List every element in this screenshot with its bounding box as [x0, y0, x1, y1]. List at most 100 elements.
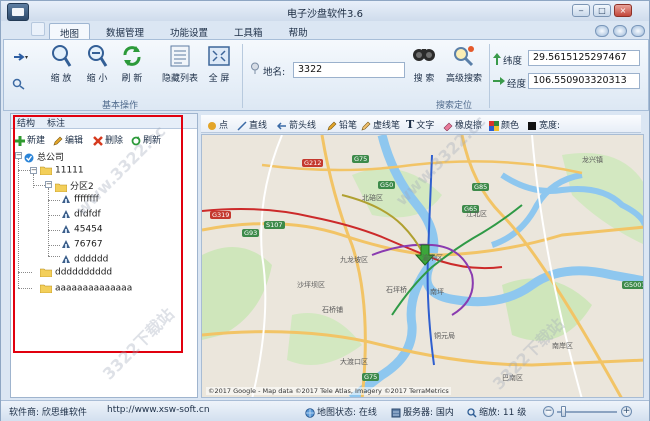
tree-leaf-label: dfdfdf [74, 209, 101, 220]
server-label: 服务器: 国内 [403, 408, 454, 418]
tree-node-folder[interactable]: dddddddddd [40, 267, 112, 278]
color-button[interactable]: 颜色 [489, 118, 519, 131]
ribbon-panel: 缩 放 缩 小 刷 新 隐藏列表 全 屏 基本操作 地名: 3322 搜 索 高… [3, 39, 649, 111]
tab-settings[interactable]: 功能设置 [160, 23, 218, 39]
server-text: 服务器: 国内 [391, 405, 454, 418]
tree-expander[interactable]: − [15, 152, 22, 159]
tree-expander[interactable]: − [30, 167, 37, 174]
draw-line-button[interactable]: 直线 [237, 118, 267, 131]
route-shield-label: G5001 [622, 281, 643, 289]
tree-leaf[interactable]: 45454 [61, 224, 103, 235]
refresh-button[interactable]: 刷 新 [117, 43, 147, 84]
zoom-out-button[interactable]: 缩 小 [82, 43, 112, 84]
panel-refresh-button[interactable]: 刷新 [131, 133, 161, 146]
zoom-button[interactable]: 缩 放 [46, 43, 76, 84]
draw-point-label: 点 [219, 121, 229, 131]
tab-data-management[interactable]: 数据管理 [96, 23, 154, 39]
longitude-arrow-icon [493, 76, 505, 89]
tree-node-root[interactable]: 总公司 [24, 150, 64, 163]
refresh-icon [131, 135, 141, 145]
zoom-out-small-button[interactable]: − [543, 406, 554, 417]
text-tool-icon: T [406, 118, 415, 131]
zoom-in-small-icon[interactable] [12, 78, 26, 93]
tree-leaf[interactable]: dddddd [61, 254, 108, 265]
ribbon-tab-bar: 地图 数据管理 功能设置 工具箱 帮助 [49, 23, 324, 40]
edit-button-label: 编辑 [65, 136, 84, 146]
delete-x-icon [93, 135, 103, 146]
draw-point-button[interactable]: 点 [207, 118, 228, 131]
tree-leaf[interactable]: 76767 [61, 239, 103, 250]
width-control[interactable]: 宽度: [527, 118, 560, 131]
route-shield-label: G212 [302, 159, 324, 167]
ribbon-close-icon[interactable] [631, 25, 645, 37]
district-label: 南坪 [430, 288, 444, 296]
draw-arrow-button[interactable]: 箭头线 [277, 118, 316, 131]
draw-text-label: 文字 [416, 121, 435, 131]
draw-dashed-button[interactable]: 虚线笔 [361, 118, 400, 131]
tree-line [18, 272, 32, 273]
map-state-label: 地图状态: 在线 [317, 408, 377, 418]
tree-node-root-label: 总公司 [37, 153, 65, 163]
route-shield-label: G75 [362, 373, 380, 381]
tab-annotation[interactable]: 标注 [47, 116, 65, 129]
maximize-button[interactable]: □ [593, 4, 611, 17]
tree-node-folder-label: aaaaaaaaaaaaaa [55, 283, 133, 294]
map-view[interactable]: G212 G75 G85 G65 G319 S107 G93 G50 G5001 G75 九龙坡区北… [201, 134, 644, 398]
tree-expander[interactable]: − [45, 181, 52, 188]
longitude-field[interactable]: 106.550903320313 [528, 73, 640, 89]
delete-button-label: 删除 [105, 136, 124, 146]
building-icon [62, 255, 70, 263]
quick-access-icon[interactable] [31, 22, 45, 36]
tree-node-subgroup[interactable]: 分区2 [55, 179, 94, 192]
longitude-label: 经度 [507, 79, 527, 90]
hide-list-button[interactable]: 隐藏列表 [160, 43, 200, 84]
palette-icon [489, 120, 499, 131]
district-label: 石坪桥 [386, 286, 407, 294]
pan-arrow-icon[interactable] [12, 52, 30, 65]
tree-leaf[interactable]: ffffffff [61, 194, 99, 205]
draw-pencil-button[interactable]: 铅笔 [327, 118, 357, 131]
tree-node-group-label: 11111 [55, 165, 84, 176]
zoom-in-small-button[interactable]: + [621, 406, 632, 417]
tree-node-group[interactable]: 11111 [40, 165, 84, 176]
fullscreen-button[interactable]: 全 屏 [204, 43, 234, 84]
tree-leaf[interactable]: dfdfdf [61, 209, 101, 220]
new-button[interactable]: 新建 [15, 133, 45, 146]
tab-structure[interactable]: 结构 [17, 116, 35, 129]
group-divider [489, 44, 490, 108]
district-label: 南岸区 [552, 342, 573, 350]
latitude-field[interactable]: 29.5615125297467 [528, 50, 640, 66]
draw-text-button[interactable]: T 文字 [406, 118, 434, 131]
location-pin-icon [250, 62, 260, 77]
line-icon [237, 120, 247, 131]
tree-line [48, 200, 60, 201]
edit-button[interactable]: 编辑 [53, 133, 83, 146]
tree-line [48, 256, 60, 257]
tree-leaf-label: dddddd [74, 254, 109, 265]
tab-map[interactable]: 地图 [49, 23, 91, 40]
eraser-button[interactable]: 橡皮擦 [443, 118, 482, 131]
map-canvas[interactable] [202, 135, 644, 398]
fullscreen-button-label: 全 屏 [208, 74, 230, 84]
building-icon [62, 195, 70, 203]
structure-panel: 结构 标注 新建 编辑 删除 刷新 − 总公司 − 11111 − 分区2 ff… [10, 113, 198, 398]
basic-ops-caption: 基本操作 [102, 101, 139, 111]
delete-button[interactable]: 删除 [93, 133, 123, 146]
tab-toolbox[interactable]: 工具箱 [224, 23, 273, 39]
advanced-search-button[interactable]: 高级搜索 [444, 43, 484, 84]
ribbon-restore-icon[interactable] [613, 25, 627, 37]
close-button[interactable]: × [614, 4, 632, 17]
minimize-button[interactable]: ‒ [572, 4, 590, 17]
vendor-url-link[interactable]: http://www.xsw-soft.cn [107, 405, 210, 415]
tab-help[interactable]: 帮助 [279, 23, 318, 39]
tree-node-folder[interactable]: aaaaaaaaaaaaaa [40, 283, 132, 294]
tree-line [48, 245, 60, 246]
zoom-slider-track[interactable] [557, 411, 617, 413]
search-button[interactable]: 搜 索 [408, 43, 440, 84]
zoom-slider-thumb[interactable] [561, 406, 566, 417]
place-name-label: 地名: [263, 67, 286, 78]
tree-leaf-label: ffffffff [74, 194, 99, 205]
place-name-input[interactable]: 3322 [293, 62, 405, 78]
building-icon [62, 225, 70, 233]
ribbon-minimize-icon[interactable] [595, 25, 609, 37]
